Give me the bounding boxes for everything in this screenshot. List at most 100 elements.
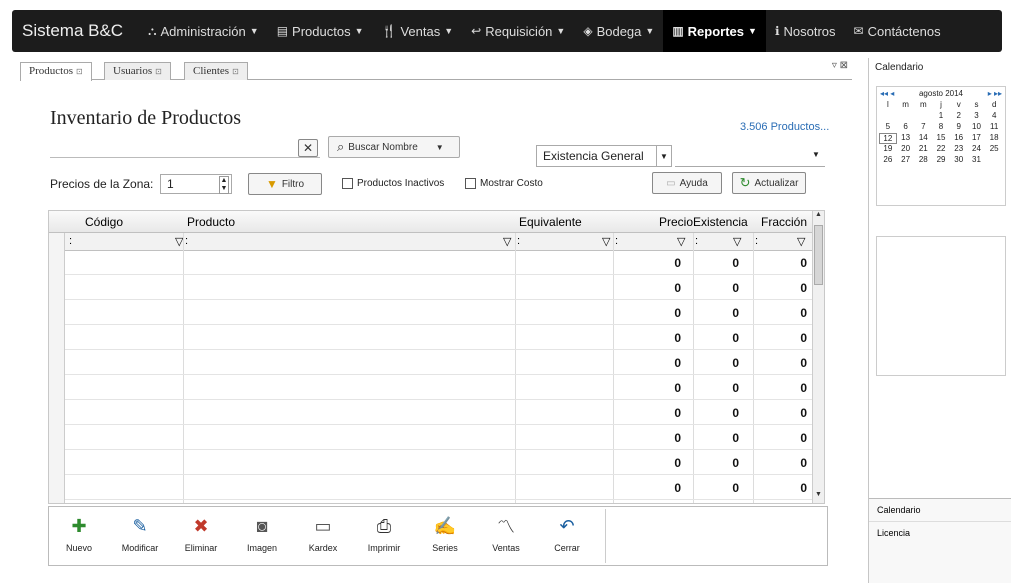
column-header-equivalent[interactable]: Equivalente [519,215,582,229]
column-header-product[interactable]: Producto [187,215,235,229]
nav-item-1[interactable]: ▤ Productos ▼ [268,10,373,52]
tab-productos[interactable]: Productos ⊡ [20,62,92,81]
table-row[interactable]: 0 0 0 [65,451,812,475]
calendar-day[interactable]: 22 [932,144,950,155]
filter-icon[interactable]: ▽ [602,235,610,248]
series-button[interactable]: ✍ Series [417,507,473,565]
calendar-day[interactable]: 27 [897,155,915,166]
calendar-day[interactable]: 13 [897,133,915,144]
filter-cell[interactable]: : [695,235,698,247]
grid-scrollbar[interactable]: ▲ ▼ [812,211,824,503]
calendar-day[interactable]: 21 [914,144,932,155]
calendar-day[interactable]: 2 [950,111,968,122]
brand[interactable]: Sistema B&C [12,21,139,41]
calendar-day[interactable]: 28 [914,155,932,166]
kardex-button[interactable]: ▭ Kardex [295,507,351,565]
clear-search-button[interactable]: ✕ [298,139,318,157]
calendar-day[interactable]: 14 [914,133,932,144]
filter-cell[interactable]: : [517,235,520,247]
calendar-day[interactable]: 25 [985,144,1003,155]
calendar-day[interactable]: 24 [968,144,986,155]
table-row[interactable]: 0 0 0 [65,251,812,275]
scroll-down-icon[interactable]: ▼ [813,491,824,503]
help-button[interactable]: ▭ Ayuda [652,172,722,194]
table-row[interactable]: 0 0 0 [65,376,812,400]
close-icon[interactable]: ⊡ [76,67,83,76]
search-input[interactable] [50,136,320,158]
close-icon[interactable]: ⊡ [232,67,239,76]
calendar-day[interactable]: 19 [879,144,897,155]
filter-cell[interactable]: : [615,235,618,247]
calendar-day[interactable]: 23 [950,144,968,155]
calendar-day[interactable]: 12 [879,133,897,144]
tab-usuarios[interactable]: Usuarios ⊡ [104,62,171,80]
table-row[interactable]: 0 0 0 [65,301,812,325]
prev-month-icon[interactable]: ◂◂ ◂ [880,89,894,98]
next-month-icon[interactable]: ▸ ▸▸ [988,89,1002,98]
scroll-up-icon[interactable]: ▲ [813,211,824,223]
calendar-day[interactable]: 26 [879,155,897,166]
stepper-icon[interactable]: ▲ ▼ [219,176,229,194]
sidebar-item-licencia[interactable]: Licencia [869,522,1011,544]
warehouse-select[interactable]: ▼ [675,145,825,167]
nav-item-5[interactable]: ▥ Reportes ▼ [663,10,766,52]
filter-icon[interactable]: ▽ [677,235,685,248]
calendar-day[interactable]: 10 [968,122,986,133]
nav-item-4[interactable]: ◈ Bodega ▼ [574,10,663,52]
column-header-code[interactable]: Código [85,215,123,229]
cerrar-button[interactable]: ↶ Cerrar [539,507,595,565]
calendar-day[interactable]: 1 [932,111,950,122]
zone-input[interactable]: 1 ▲ ▼ [160,174,232,194]
ventas-button[interactable]: 〽 Ventas [478,507,534,565]
show-cost-checkbox[interactable]: Mostrar Costo [465,178,543,189]
calendar-day[interactable]: 7 [914,122,932,133]
column-header-fraction[interactable]: Fracción [761,215,807,229]
calendar-day[interactable]: 15 [932,133,950,144]
nav-item-2[interactable]: 🍴 Ventas ▼ [373,10,463,52]
table-row[interactable]: 0 0 0 [65,326,812,350]
column-header-stock[interactable]: Existencia [693,215,748,229]
calendar-day[interactable]: 16 [950,133,968,144]
product-count-link[interactable]: 3.506 Productos... [740,121,829,133]
stock-select[interactable]: Existencia General [536,145,658,167]
calendar-day[interactable]: 9 [950,122,968,133]
calendar-day[interactable]: 3 [968,111,986,122]
stock-dropdown-arrow[interactable]: ▼ [656,145,672,167]
imagen-button[interactable]: ◙ Imagen [234,507,290,565]
nav-item-7[interactable]: ✉ Contáctenos [845,10,950,52]
nuevo-button[interactable]: ✚ Nuevo [51,507,107,565]
table-row[interactable]: 0 0 0 [65,476,812,500]
inactive-products-checkbox[interactable]: Productos Inactivos [342,178,444,189]
tab-clientes[interactable]: Clientes ⊡ [184,62,248,80]
calendar-day[interactable]: 20 [897,144,915,155]
filter-cell[interactable]: : [69,235,72,247]
calendar-day[interactable]: 5 [879,122,897,133]
filter-cell[interactable]: : [755,235,758,247]
search-name-button[interactable]: ⌕ Buscar Nombre ▼ [328,136,460,158]
imprimir-button[interactable]: ⎙ Imprimir [356,507,412,565]
nav-item-3[interactable]: ↩ Requisición ▼ [462,10,574,52]
table-row[interactable]: 0 0 0 [65,401,812,425]
scroll-thumb[interactable] [814,225,823,285]
modificar-button[interactable]: ✎ Modificar [112,507,168,565]
calendar-day[interactable]: 30 [950,155,968,166]
calendar-day[interactable]: 17 [968,133,986,144]
filter-button[interactable]: ▼ Filtro [248,173,322,195]
filter-icon[interactable]: ▽ [733,235,741,248]
filter-cell[interactable]: : [185,235,188,247]
filter-icon[interactable]: ▽ [797,235,805,248]
refresh-button[interactable]: ↻ Actualizar [732,172,806,194]
panel-controls[interactable]: ▿ ⊠ [832,60,848,71]
sidebar-item-calendario[interactable]: Calendario [869,499,1011,522]
column-header-price[interactable]: Precio [659,215,693,229]
calendar-day[interactable]: 18 [985,133,1003,144]
table-row[interactable]: 0 0 0 [65,276,812,300]
calendar-day[interactable]: 29 [932,155,950,166]
table-row[interactable]: 0 0 0 [65,351,812,375]
close-icon[interactable]: ⊡ [155,67,162,76]
calendar-day[interactable]: 11 [985,122,1003,133]
calendar-day[interactable]: 8 [932,122,950,133]
calendar-day[interactable]: 31 [968,155,986,166]
eliminar-button[interactable]: ✖ Eliminar [173,507,229,565]
table-row[interactable]: 0 0 0 [65,426,812,450]
